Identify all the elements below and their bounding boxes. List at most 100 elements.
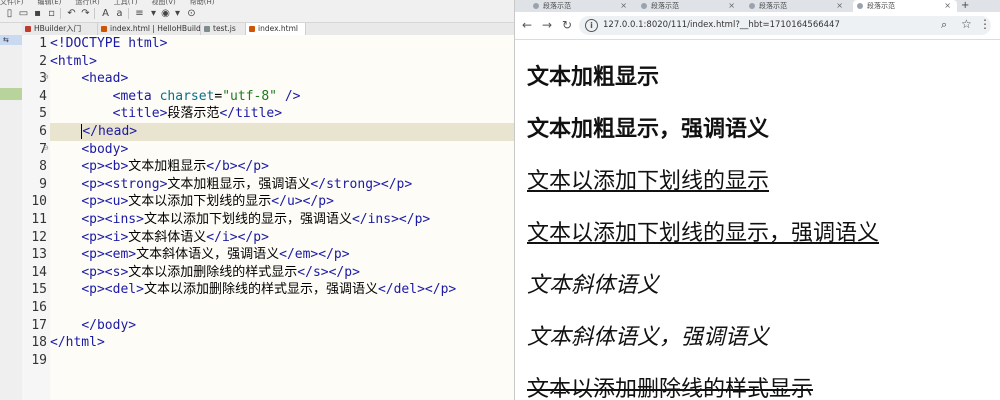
editor-tab-3[interactable]: index.html [246,23,306,35]
code-line[interactable] [50,299,514,317]
code-line[interactable]: <!DOCTYPE html> [50,35,514,53]
new-file-icon[interactable]: ▯ [4,8,15,19]
page-favicon-icon [749,3,755,9]
dropdown-chevron-icon[interactable]: ▾ [148,8,159,19]
code-token: 段落示范 [167,106,220,122]
back-arrow-icon[interactable]: ← [519,17,535,33]
code-line[interactable]: <meta charset="utf-8" /> [50,88,514,106]
browser-tab-title: 段落示范 [543,2,571,10]
line-number: 9 [39,176,47,192]
font-decrease-icon[interactable]: a [114,8,125,19]
browser-menu-icon[interactable]: ⋮ [979,17,991,31]
code-token: "utf-8" [222,88,278,104]
address-url[interactable]: 127.0.0.1:8020/111/index.html?__hbt=1710… [603,16,840,35]
rendered-paragraph: 文本加粗显示，强调语义 [527,117,770,142]
code-token: /> [277,88,301,104]
code-line[interactable]: <p><ins>文本以添加下划线的显示，强调语义</ins></p> [50,211,514,229]
close-tab-icon[interactable]: × [944,0,951,12]
code-token: </body> [81,317,137,333]
code-line[interactable]: <p><u>文本以添加下划线的显示</u></p> [50,193,514,211]
code-line[interactable]: <p><b>文本加粗显示</b></p> [50,158,514,176]
code-line[interactable]: </html> [50,334,514,352]
editor-tab-0[interactable]: HBuilder入门 [22,23,98,35]
code-line[interactable]: </body> [50,317,514,335]
fold-toggle-icon[interactable]: ⊖ [43,72,49,82]
fold-toggle-icon[interactable]: ⊖ [43,143,49,153]
new-tab-button[interactable]: + [961,0,969,12]
code-line[interactable]: <p><strong>文本加粗显示，强调语义</strong></p> [50,176,514,194]
code-line[interactable]: <p><s>文本以添加删除线的样式显示</s></p> [50,264,514,282]
code-line[interactable]: <body> [50,141,514,159]
browser-tab-2[interactable]: 段落示范 × [745,0,849,12]
code-token: <title> [112,106,168,122]
rendered-paragraph: 文本以添加下划线的显示，强调语义 [527,221,880,246]
code-token: 文本以添加删除线的样式显示，强调语义 [143,282,378,298]
close-tab-icon[interactable]: × [620,0,627,12]
rendered-paragraph: 文本斜体语义，强调语义 [527,325,770,350]
browser-tab-0[interactable]: 段落示范 × [529,0,633,12]
code-token: </title> [219,106,283,122]
code-token: </i></p> [206,229,269,245]
address-bar[interactable]: i 127.0.0.1:8020/111/index.html?__hbt=17… [579,16,991,35]
code-token: <meta [112,88,160,104]
project-toggle-marker[interactable]: ⇆ [0,35,22,45]
code-line[interactable]: </head> [50,123,514,141]
code-line[interactable]: <head> [50,70,514,88]
line-number: 19 [31,352,47,368]
font-increase-icon[interactable]: A [100,8,111,19]
hbuilder-editor-window: 文件(F) 编辑(E) 运行(R) 工具(T) 视图(V) 帮助(H) ▯ ▭ ▪ ▫ ↶… [0,0,514,400]
line-number: 16 [31,300,47,315]
code-line[interactable]: <html> [50,53,514,71]
code-line[interactable]: <p><i>文本斜体语义</i></p> [50,229,514,247]
code-area[interactable]: <!DOCTYPE html> <html> <head> <meta chars… [50,35,514,400]
undo-icon[interactable]: ↶ [66,8,77,19]
code-token: <p><ins> [81,212,144,227]
code-token: charset [159,88,215,104]
editor-toolbar: ▯ ▭ ▪ ▫ ↶ ↷ A a ≡ ▾ ◉ ▾ ⊙ [0,5,514,23]
code-line[interactable]: <p><del>文本以添加删除线的样式显示，强调语义</del></p> [50,281,514,299]
code-line[interactable] [50,352,514,370]
code-token: 文本以添加下划线的显示 [128,194,272,210]
line-number: 15 [31,282,47,298]
site-info-icon[interactable]: i [585,19,598,32]
page-favicon-icon [533,3,539,9]
format-icon[interactable]: ≡ [134,8,145,19]
code-token: <body> [81,141,129,157]
close-tab-icon[interactable]: × [836,0,843,12]
line-number-gutter: 1 2 3 ⊖ 4 5 6 7 ⊖ 8 9 10 11 12 13 14 15 16 17 18 19 [22,35,50,400]
browser-tab-1[interactable]: 段落示范 × [637,0,741,12]
code-token: </strong></p> [310,176,413,192]
browser-preview-icon[interactable]: ◉ [160,8,171,19]
save-all-icon[interactable]: ▫ [46,8,57,19]
browser-tab-3[interactable]: 段落示范 × [853,0,957,12]
code-line[interactable]: <title>段落示范</title> [50,105,514,123]
forward-arrow-icon[interactable]: → [539,17,555,33]
line-number: 17 [31,317,47,333]
bookmark-star-icon[interactable]: ☆ [961,17,972,31]
browser-tab-title: 段落示范 [759,2,787,10]
redo-icon[interactable]: ↷ [80,8,91,19]
save-icon[interactable]: ▪ [32,8,43,19]
page-favicon-icon [857,3,863,9]
zoom-icon[interactable]: ⌕ [941,18,947,32]
open-folder-icon[interactable]: ▭ [18,8,29,19]
dropdown-chevron-icon-2[interactable]: ▾ [172,8,183,19]
reload-icon[interactable]: ↻ [559,17,575,33]
browser-tab-title: 段落示范 [651,2,679,10]
code-token: 文本以添加下划线的显示，强调语义 [143,212,352,227]
editor-tab-2[interactable]: test.js [201,23,246,35]
editor-tab-1[interactable]: index.html | HelloHBuilder [98,23,201,35]
close-tab-icon[interactable]: × [728,0,735,12]
code-token: <head> [81,71,129,87]
file-type-icon [25,26,31,32]
settings-icon[interactable]: ⊙ [186,8,197,19]
code-line[interactable]: <p><em>文本斜体语义，强调语义</em></p> [50,246,514,264]
line-number: 4 [39,88,47,104]
